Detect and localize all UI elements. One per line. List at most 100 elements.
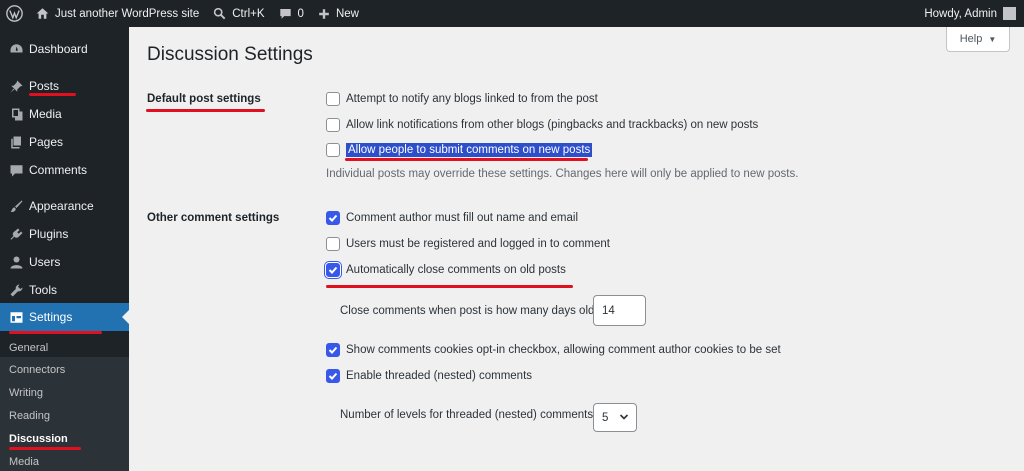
annotation-underline: [29, 93, 76, 96]
user-icon: [8, 254, 24, 270]
plugin-icon: [8, 226, 24, 242]
author-name-email-option[interactable]: Comment author must fill out name and em…: [326, 211, 578, 225]
pages-icon: [8, 134, 24, 150]
default-settings-description: Individual posts may override these sett…: [326, 168, 799, 180]
submenu-item-general[interactable]: General: [9, 342, 48, 354]
dashboard-icon: [8, 41, 24, 57]
submenu-item-connectors[interactable]: Connectors: [9, 364, 65, 376]
search-shortcut[interactable]: Ctrl+K: [206, 0, 271, 27]
option-label: Allow link notifications from other blog…: [346, 119, 759, 131]
main-content: Discussion Settings Help ▼ Default post …: [129, 27, 1024, 471]
help-button[interactable]: Help ▼: [946, 27, 1010, 52]
allow-comments-option[interactable]: Allow people to submit comments on new p…: [326, 143, 593, 157]
close-days-label: Close comments when post is how many day…: [340, 305, 595, 317]
auto-close-comments-option[interactable]: Automatically close comments on old post…: [326, 263, 566, 277]
comment-icon: [279, 7, 292, 20]
chevron-down-icon: [619, 412, 629, 425]
annotation-underline: [345, 158, 588, 161]
link-notifications-checkbox[interactable]: [326, 118, 340, 132]
comment-icon: [8, 162, 24, 178]
sidebar-item-settings[interactable]: Settings: [0, 303, 129, 331]
brush-icon: [8, 198, 24, 214]
sidebar-item-label: Comments: [29, 163, 88, 177]
thread-levels-select[interactable]: 5: [593, 403, 637, 432]
checkmark-icon: [328, 266, 338, 274]
sidebar-item-label: Settings: [29, 310, 73, 324]
wrench-icon: [8, 282, 24, 298]
option-label: Attempt to notify any blogs linked to fr…: [346, 93, 598, 105]
annotation-underline: [9, 447, 81, 450]
sidebar-item-label: Appearance: [29, 199, 94, 213]
new-label: New: [335, 7, 359, 20]
default-post-settings-label: Default post settings: [147, 93, 261, 105]
threaded-comments-option[interactable]: Enable threaded (nested) comments: [326, 369, 532, 383]
checkmark-icon: [328, 214, 338, 222]
annotation-underline: [9, 331, 102, 334]
sidebar-item-label: Pages: [29, 135, 64, 149]
sidebar-item-label: Posts: [29, 79, 60, 93]
home-icon: [36, 7, 49, 20]
annotation-underline: [146, 109, 265, 112]
threaded-comments-checkbox[interactable]: [326, 369, 340, 383]
site-name-link[interactable]: Just another WordPress site: [29, 0, 206, 27]
wordpress-logo-icon[interactable]: [0, 0, 29, 27]
avatar: [1003, 7, 1016, 20]
cookies-optin-option[interactable]: Show comments cookies opt-in checkbox, a…: [326, 343, 781, 357]
checkmark-icon: [328, 346, 338, 354]
option-label: Show comments cookies opt-in checkbox, a…: [346, 344, 781, 356]
sidebar-item-label: Users: [29, 255, 61, 269]
sidebar-item-label: Dashboard: [29, 42, 88, 56]
sidebar-item-label: Tools: [29, 283, 58, 297]
sidebar-item-comments[interactable]: Comments: [0, 156, 129, 184]
comments-link[interactable]: 0: [272, 0, 311, 27]
option-label: Enable threaded (nested) comments: [346, 370, 533, 382]
media-icon: [8, 106, 24, 122]
notify-linked-blogs-checkbox[interactable]: [326, 92, 340, 106]
help-label: Help: [959, 33, 983, 45]
greeting: Howdy, Admin: [924, 7, 997, 20]
search-shortcut-label: Ctrl+K: [232, 7, 265, 20]
annotation-underline: [326, 285, 573, 288]
pin-icon: [8, 78, 24, 94]
settings-icon: [8, 309, 24, 325]
page-title: Discussion Settings: [147, 44, 313, 65]
registered-users-checkbox[interactable]: [326, 237, 340, 251]
new-content-link[interactable]: New: [311, 0, 366, 27]
sidebar-item-label: Plugins: [29, 227, 69, 241]
sidebar-item-dashboard[interactable]: Dashboard: [0, 35, 129, 63]
notify-linked-blogs-option[interactable]: Attempt to notify any blogs linked to fr…: [326, 92, 598, 106]
other-comment-settings-label: Other comment settings: [147, 212, 280, 224]
close-days-input[interactable]: 14: [593, 295, 646, 326]
comments-count: 0: [297, 7, 304, 20]
site-name: Just another WordPress site: [55, 7, 200, 20]
link-notifications-option[interactable]: Allow link notifications from other blog…: [326, 118, 758, 132]
admin-bar: Just another WordPress site Ctrl+K 0 New…: [0, 0, 1024, 27]
author-name-email-checkbox[interactable]: [326, 211, 340, 225]
thread-levels-value: 5: [602, 411, 609, 424]
sidebar-item-media[interactable]: Media: [0, 100, 129, 128]
allow-comments-checkbox[interactable]: [326, 143, 340, 157]
account-menu[interactable]: Howdy, Admin: [917, 0, 1024, 27]
sidebar-item-tools[interactable]: Tools: [0, 276, 129, 304]
option-label: Automatically close comments on old post…: [346, 264, 566, 276]
option-label: Allow people to submit comments on new p…: [346, 143, 593, 157]
registered-users-option[interactable]: Users must be registered and logged in t…: [326, 237, 610, 251]
admin-sidebar: Dashboard Posts Media Pages Comments App…: [0, 27, 129, 471]
submenu-item-reading[interactable]: Reading: [9, 410, 50, 422]
option-label: Users must be registered and logged in t…: [346, 238, 610, 250]
submenu-item-writing[interactable]: Writing: [9, 387, 43, 399]
sidebar-item-label: Media: [29, 107, 62, 121]
sidebar-item-plugins[interactable]: Plugins: [0, 220, 129, 248]
option-label: Comment author must fill out name and em…: [346, 212, 579, 224]
sidebar-item-pages[interactable]: Pages: [0, 128, 129, 156]
cookies-optin-checkbox[interactable]: [326, 343, 340, 357]
caret-down-icon: ▼: [988, 34, 997, 44]
thread-levels-label: Number of levels for threaded (nested) c…: [340, 409, 594, 421]
auto-close-comments-checkbox[interactable]: [326, 263, 340, 277]
sidebar-item-users[interactable]: Users: [0, 248, 129, 276]
submenu-item-discussion[interactable]: Discussion: [9, 433, 68, 445]
search-icon: [213, 7, 226, 20]
submenu-item-media[interactable]: Media: [9, 456, 39, 468]
plus-icon: [318, 8, 330, 20]
sidebar-item-appearance[interactable]: Appearance: [0, 192, 129, 220]
